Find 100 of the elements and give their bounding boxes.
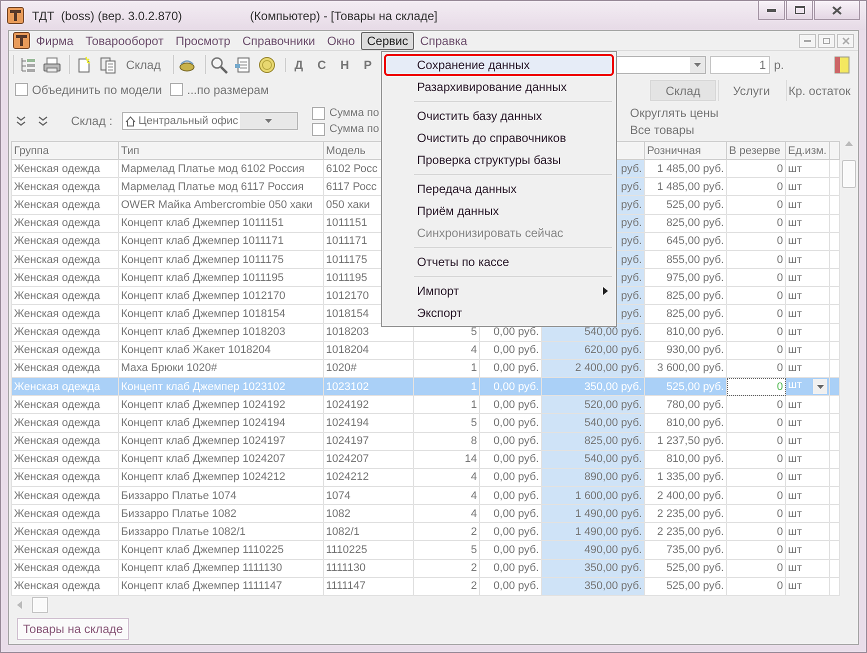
search-icon[interactable] xyxy=(210,56,228,74)
scrollbar-thumb[interactable] xyxy=(32,597,48,614)
table-cell: шт xyxy=(786,341,830,360)
table-cell: Женская одежда xyxy=(12,268,118,287)
checkbox[interactable]: ...по размерам xyxy=(170,82,269,96)
document-list-icon[interactable] xyxy=(234,56,252,74)
table-cell: 825,00 руб. xyxy=(644,214,726,232)
checkbox[interactable]: Сумма по xyxy=(312,106,380,120)
table-cell: 1018204 xyxy=(324,341,414,360)
table-cell: 0,00 руб. xyxy=(480,396,542,414)
checkbox[interactable]: Сумма по xyxy=(312,122,380,136)
letter-button[interactable]: Н xyxy=(336,58,354,72)
table-cell: 1074 xyxy=(324,486,414,505)
table-cell: 1 600,00 руб. xyxy=(542,486,644,505)
close-button[interactable] xyxy=(814,1,860,20)
minimize-button[interactable] xyxy=(758,1,785,20)
dropdown-arrow-icon[interactable] xyxy=(816,384,824,389)
table-cell: 2 400,00 руб. xyxy=(644,486,726,505)
menu-item[interactable]: Сервис xyxy=(360,32,414,50)
table-cell: шт xyxy=(786,323,830,342)
table-cell: Женская одежда xyxy=(12,540,118,560)
table-cell: 0 xyxy=(726,540,786,560)
printer-icon[interactable] xyxy=(42,56,60,74)
table-cell: 0 xyxy=(726,468,786,486)
table-cell: 810,00 руб. xyxy=(644,323,726,342)
menu-item[interactable]: Справочники xyxy=(236,32,322,50)
toolbar-label: Склад xyxy=(125,58,162,72)
table-cell: Женская одежда xyxy=(12,468,118,486)
table-cell: 0 xyxy=(726,160,786,178)
table-cell: Женская одежда xyxy=(12,522,118,541)
checkbox[interactable]: Объединить по модели xyxy=(15,82,162,96)
table-cell: 2 235,00 руб. xyxy=(644,522,726,541)
column-header[interactable]: Розничная xyxy=(644,142,726,160)
table-cell: Биззарро Платье 1074 xyxy=(118,486,324,505)
menu-item[interactable]: Товарооборот xyxy=(79,32,170,50)
scrollbar-thumb[interactable] xyxy=(842,160,856,188)
table-cell: 1 485,00 руб. xyxy=(644,178,726,196)
table-cell: Женская одежда xyxy=(12,232,118,250)
menu-item[interactable]: Справка xyxy=(414,32,474,50)
letter-button[interactable]: С xyxy=(312,58,331,72)
letter-button[interactable]: Д xyxy=(290,58,308,72)
warehouse-combo[interactable]: Центральный офис xyxy=(122,112,298,130)
table-cell: 1082 xyxy=(324,504,414,523)
maximize-button[interactable] xyxy=(786,1,813,20)
table-cell: шт xyxy=(786,196,830,214)
menu-item[interactable]: Фирма xyxy=(30,32,80,50)
table-cell: шт xyxy=(786,414,830,432)
menu-item[interactable]: Сохранение данных xyxy=(384,54,614,76)
column-header[interactable]: Группа xyxy=(12,142,118,160)
table-cell: 2 235,00 руб. xyxy=(644,504,726,523)
table-cell: Концепт клаб Джемпер 1110225 xyxy=(118,540,324,560)
table-cell: 0 xyxy=(726,396,786,414)
table-cell: 780,00 руб. xyxy=(644,396,726,414)
table-cell: 825,00 руб. xyxy=(644,304,726,324)
table-cell: 0 xyxy=(726,304,786,324)
table-cell: Концепт клаб Джемпер 1111130 xyxy=(118,559,324,578)
price-field[interactable]: 1 xyxy=(710,56,770,74)
close-icon xyxy=(832,6,842,14)
table-cell: 0 xyxy=(726,214,786,232)
window-subtitle: (Компьютер) - [Товары на складе] xyxy=(250,8,438,22)
table-cell: 0 xyxy=(726,323,786,342)
tab[interactable]: Склад xyxy=(650,80,716,101)
table-cell: 4 xyxy=(414,341,480,360)
table-cell: 1024194 xyxy=(324,414,414,432)
close-icon xyxy=(842,36,850,44)
house-icon xyxy=(125,116,136,126)
table-cell: 0 xyxy=(726,450,786,468)
table-cell: 5 xyxy=(414,414,480,432)
document-tab[interactable]: Товары на складе xyxy=(17,618,129,640)
table-cell: Женская одежда xyxy=(12,450,118,468)
expand-down-icon[interactable] xyxy=(37,115,49,127)
tab[interactable]: Кр. остаток xyxy=(786,80,852,101)
exit-door-icon[interactable] xyxy=(834,56,850,74)
table-cell: 1 490,00 руб. xyxy=(542,504,644,523)
column-header[interactable]: Тип xyxy=(118,142,324,160)
window-title: ТДТ (boss) (вер. 3.0.2.870) xyxy=(32,8,182,22)
menu-item[interactable]: Разархивирование данных xyxy=(384,76,614,98)
tree-list-icon[interactable] xyxy=(18,56,36,74)
table-cell: Концепт клаб Джемпер 1024197 xyxy=(118,432,324,450)
column-header[interactable]: В резерве xyxy=(726,142,786,160)
column-header[interactable]: Ед.изм. xyxy=(786,142,830,160)
expand-down-icon[interactable] xyxy=(15,115,27,127)
table-cell: шт xyxy=(786,232,830,250)
table-cell: 810,00 руб. xyxy=(644,450,726,468)
table-cell: 825,00 руб. xyxy=(542,432,644,450)
table-cell: 0,00 руб. xyxy=(480,559,542,578)
table-cell: шт xyxy=(786,250,830,269)
table-cell: 1024212 xyxy=(324,468,414,486)
table-cell: 5 xyxy=(414,540,480,560)
letter-button[interactable]: Р xyxy=(358,58,377,72)
table-cell: 4 xyxy=(414,486,480,505)
menu-item[interactable]: Окно xyxy=(321,32,361,50)
table-cell: 1 xyxy=(414,396,480,414)
minimize-icon xyxy=(767,8,776,12)
menu-item[interactable]: Очистить базу данных xyxy=(384,105,614,127)
copy-documents-icon[interactable] xyxy=(98,56,116,74)
coin-icon[interactable] xyxy=(258,56,276,74)
menu-item[interactable]: Просмотр xyxy=(170,32,236,50)
table-cell: Концепт клаб Джемпер 1018154 xyxy=(118,304,324,324)
table-cell: 0,00 руб. xyxy=(480,432,542,450)
